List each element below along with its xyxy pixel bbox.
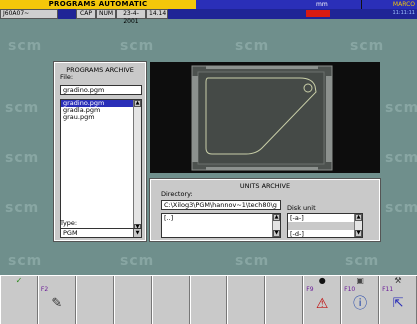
watermark-text: scm: [5, 200, 40, 216]
directory-list[interactable]: [..] ▲ ▼: [161, 213, 281, 238]
type-select-value: PGM: [63, 229, 78, 237]
fkey-f3[interactable]: [75, 276, 114, 324]
fkey-f8[interactable]: [265, 276, 304, 324]
app-title: PROGRAMS AUTOMATIC: [0, 0, 196, 9]
fkey-label: F9: [306, 286, 314, 293]
watermark-text: scm: [345, 253, 380, 269]
disk-unit-item[interactable]: [-a-]: [288, 214, 362, 222]
disk-unit-list[interactable]: [-a-] [-d-] ▲ ▼: [287, 213, 363, 238]
fkey-f10-info[interactable]: ▣ F10 ⓘ: [341, 276, 380, 324]
scroll-down-icon[interactable]: ▼: [273, 230, 280, 237]
scroll-up-icon[interactable]: ▲: [134, 100, 141, 107]
directory-input[interactable]: C:\Xilog3\PGM\hannov~1\tech80\g: [161, 200, 281, 210]
title-bar: PROGRAMS AUTOMATIC mm MARCO: [0, 0, 417, 9]
units-archive-title: UNITS ARCHIVE: [239, 182, 291, 190]
info-icon[interactable]: ⓘ: [342, 295, 378, 313]
file-name-input[interactable]: gradino.pgm: [60, 85, 142, 95]
check-icon[interactable]: ✓: [1, 276, 37, 286]
fkey-f5[interactable]: [151, 276, 190, 324]
file-list[interactable]: gradino.pgm gradla.pgm grau.pgm ▲ ▼: [60, 99, 142, 232]
caps-lock-indicator: CAP: [76, 9, 96, 19]
disk-unit-item[interactable]: [288, 222, 362, 230]
watermark-text: scm: [385, 150, 417, 166]
file-list-item[interactable]: grau.pgm: [61, 114, 141, 121]
disk-icon: ▣: [356, 276, 364, 285]
alarm-indicator: [306, 10, 330, 17]
info-bar: J60A07~ CAP NUM 23-4-2001 14.14 11:11:11: [0, 9, 417, 25]
part-drawing: [191, 65, 333, 171]
watermark-text: scm: [385, 100, 417, 116]
user-name: MARCO: [361, 0, 417, 9]
watermark-text: scm: [235, 253, 270, 269]
program-preview: [150, 62, 380, 173]
disk-unit-label: Disk unit: [287, 204, 316, 212]
disk-unit-scrollbar[interactable]: ▲ ▼: [354, 214, 362, 237]
type-select[interactable]: PGM ▼: [60, 228, 142, 238]
type-label: Type:: [60, 219, 78, 227]
watermark-text: scm: [8, 38, 43, 54]
disk-unit-item[interactable]: [-d-]: [288, 230, 362, 238]
watermark-text: scm: [235, 38, 270, 54]
watermark-text: scm: [8, 253, 43, 269]
pencil-icon[interactable]: ✎: [39, 295, 75, 313]
machine-code: J60A07~: [0, 9, 58, 19]
num-lock-indicator: NUM: [96, 9, 116, 19]
units-archive-panel: UNITS ARCHIVE Directory: C:\Xilog3\PGM\h…: [149, 178, 381, 242]
status-area: [168, 9, 361, 19]
fkey-f1-confirm[interactable]: ✓: [0, 276, 38, 324]
time-display: 14.14: [146, 9, 168, 19]
units-indicator: mm: [196, 0, 361, 9]
info-spacer: [58, 9, 76, 19]
date-display: 23-4-2001: [116, 9, 146, 25]
file-list-scrollbar[interactable]: ▲ ▼: [133, 100, 141, 231]
watermark-text: scm: [5, 100, 40, 116]
programs-archive-panel: PROGRAMS ARCHIVE File: gradino.pgm gradi…: [53, 61, 147, 242]
chevron-down-icon[interactable]: ▼: [133, 229, 141, 237]
fkey-f2-edit[interactable]: F2 ✎: [37, 276, 76, 324]
directory-scrollbar[interactable]: ▲ ▼: [272, 214, 280, 237]
watermark-text: scm: [385, 200, 417, 216]
fkey-label: F2: [40, 286, 49, 293]
watermark-text: scm: [120, 253, 155, 269]
fkey-f7[interactable]: [227, 276, 266, 324]
fkey-f4[interactable]: [113, 276, 152, 324]
exit-icon[interactable]: ⇱: [380, 295, 416, 313]
fkey-label: F11: [382, 286, 394, 293]
scroll-down-icon[interactable]: ▼: [355, 230, 362, 237]
fkey-f6[interactable]: [189, 276, 228, 324]
function-key-bar: ✓ F2 ✎ ● F9 ⚠ ▣ F10 ⓘ ⚒ F11 ⇱: [0, 275, 417, 324]
scroll-up-icon[interactable]: ▲: [355, 214, 362, 221]
dot-icon: ●: [318, 276, 326, 285]
watermark-text: scm: [5, 150, 40, 166]
scroll-up-icon[interactable]: ▲: [273, 214, 280, 221]
directory-label: Directory:: [161, 190, 193, 198]
fkey-label: F10: [344, 286, 356, 293]
spanner-icon: ⚒: [394, 276, 402, 285]
watermark-text: scm: [120, 38, 155, 54]
warning-icon[interactable]: ⚠: [304, 295, 340, 313]
file-label: File:: [60, 73, 74, 81]
fkey-f11-exit[interactable]: ⚒ F11 ⇱: [379, 276, 417, 324]
fkey-f9-alarm[interactable]: ● F9 ⚠: [303, 276, 342, 324]
directory-list-item[interactable]: [..]: [164, 214, 280, 222]
watermark-text: scm: [350, 38, 385, 54]
clock-display: 11:11:11: [361, 9, 417, 19]
